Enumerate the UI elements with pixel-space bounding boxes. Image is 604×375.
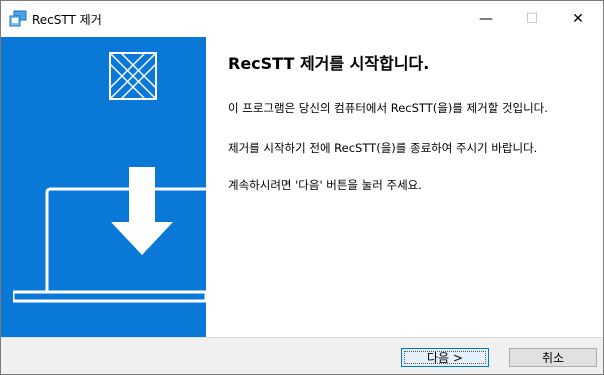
title-bar[interactable]: RecSTT 제거 — ☐ ✕ xyxy=(1,1,603,37)
laptop-download-icon xyxy=(11,167,208,307)
description-paragraph-3: 계속하시려면 '다음' 버튼을 눌러 주세요. xyxy=(228,178,422,192)
app-icon xyxy=(9,10,27,28)
close-button[interactable]: ✕ xyxy=(555,1,601,37)
description-paragraph-2: 제거를 시작하기 전에 RecSTT(을)를 종료하여 주시기 바랍니다. xyxy=(228,141,538,155)
focus-ring xyxy=(404,351,486,364)
maximize-button[interactable]: ☐ xyxy=(509,1,555,37)
cancel-button[interactable]: 취소 xyxy=(509,348,597,367)
page-heading: RecSTT 제거를 시작합니다. xyxy=(228,54,430,73)
uninstall-window: RecSTT 제거 — ☐ ✕ RecSTT 제거를 시작합니다. 이 프로그램… xyxy=(0,0,604,375)
next-button[interactable]: 다음 > xyxy=(401,348,489,367)
content-area: RecSTT 제거를 시작합니다. 이 프로그램은 당신의 컴퓨터에서 RecS… xyxy=(206,37,603,337)
window-title: RecSTT 제거 xyxy=(32,13,102,27)
description-paragraph-1: 이 프로그램은 당신의 컴퓨터에서 RecSTT(을)를 제거할 것입니다. xyxy=(228,101,548,115)
button-bar: 다음 > 취소 xyxy=(1,337,603,374)
cancel-button-label: 취소 xyxy=(541,351,565,365)
envelope-pattern-logo-icon xyxy=(109,52,157,100)
minimize-button[interactable]: — xyxy=(463,1,509,37)
side-panel xyxy=(1,37,208,337)
